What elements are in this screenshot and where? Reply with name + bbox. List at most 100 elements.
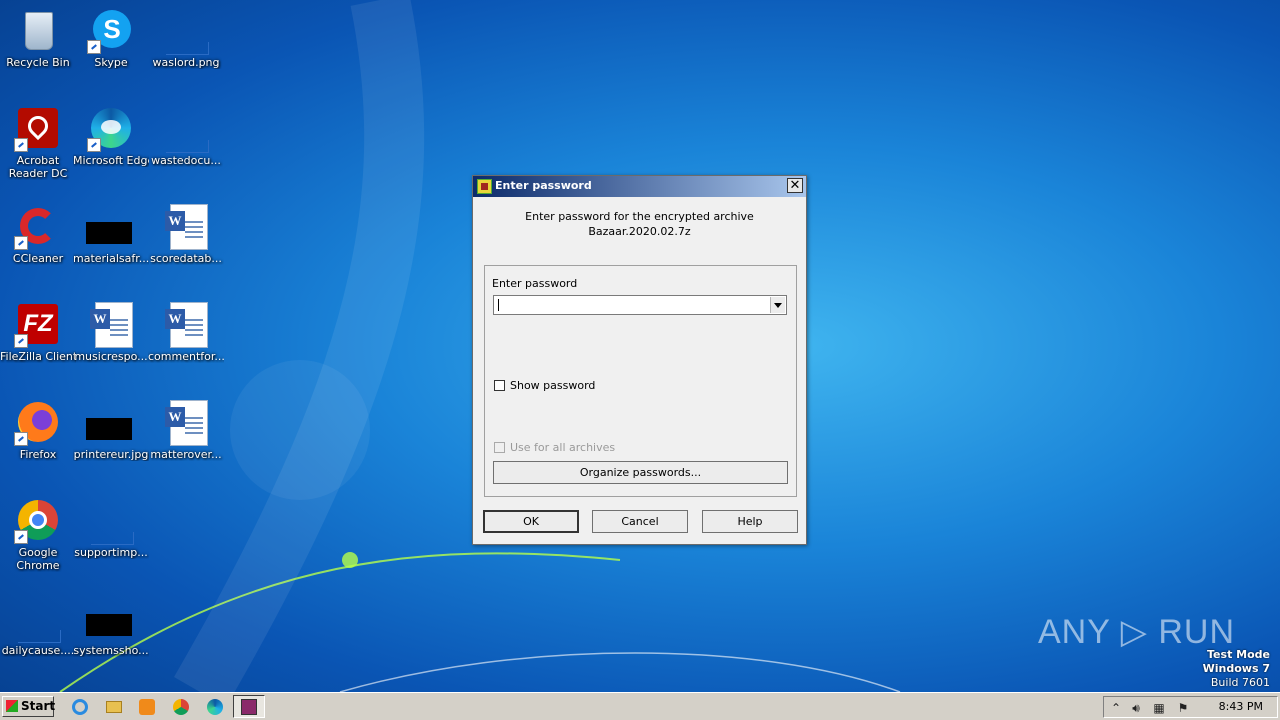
black-file-thumbnail-icon	[86, 202, 135, 250]
anyrun-logo: ANY ▷ RUN	[1038, 613, 1235, 651]
winrar-taskbar-button[interactable]	[233, 695, 265, 718]
edge-icon[interactable]	[205, 697, 225, 717]
internet-explorer-icon[interactable]	[70, 697, 90, 717]
desktop-icon-firefox[interactable]: Firefox	[0, 392, 76, 482]
text-caret	[498, 299, 499, 311]
dialog-title: Enter password	[495, 179, 592, 192]
close-button[interactable]: ✕	[787, 178, 803, 193]
help-button[interactable]: Help	[702, 510, 798, 533]
desktop-icon-commentfor[interactable]: W commentfor...	[148, 294, 224, 384]
desktop-icon-label: musicrespo...	[74, 350, 148, 363]
dialog-titlebar[interactable]: Enter password ✕	[473, 176, 806, 197]
desktop-icon-waslord[interactable]: waslord.png	[148, 0, 224, 90]
desktop-icon-dailycause[interactable]: dailycause....	[0, 588, 76, 678]
organize-passwords-button[interactable]: Organize passwords...	[493, 461, 788, 484]
desktop-icon-skype[interactable]: S Skype	[73, 0, 149, 90]
desktop-icon-filezilla[interactable]: FZ FileZilla Client	[0, 294, 76, 384]
image-file-icon	[162, 6, 210, 55]
shortcut-arrow-icon	[14, 138, 28, 152]
word-document-icon: W	[87, 300, 135, 348]
watermark-line2: Windows 7	[1202, 662, 1270, 675]
desktop-icon-label: matterover...	[150, 448, 222, 461]
windows-flag-icon	[6, 700, 18, 712]
desktop-icon-label: Google Chrome	[16, 546, 60, 572]
desktop-icon-scoredatab[interactable]: W scoredatab...	[148, 196, 224, 286]
cancel-button[interactable]: Cancel	[592, 510, 688, 533]
desktop-icon-label: printereur.jpg	[73, 448, 149, 461]
desktop-icon-label: Microsoft Edge	[73, 154, 149, 167]
desktop-icon-materialsafr[interactable]: materialsafr...	[73, 196, 149, 286]
use-for-all-checkbox[interactable]	[494, 442, 505, 453]
chrome-icon[interactable]	[171, 697, 191, 717]
network-icon[interactable]: ▦	[1152, 701, 1166, 715]
dialog-message-line1: Enter password for the encrypted archive	[525, 210, 754, 223]
desktop-icon-label: Firefox	[19, 448, 57, 461]
desktop-icon-label: wastedocu...	[151, 154, 221, 167]
show-password-label[interactable]: Show password	[510, 379, 595, 392]
desktop-icon-label: Recycle Bin	[6, 56, 70, 69]
desktop-icon-label: supportimp...	[74, 546, 148, 559]
word-document-icon: W	[162, 398, 210, 446]
acrobat-icon	[14, 104, 62, 152]
desktop-icon-chrome[interactable]: Google Chrome	[0, 490, 76, 580]
volume-icon[interactable]: 🔊︎	[1129, 701, 1143, 715]
folder-icon[interactable]	[104, 697, 124, 717]
desktop-icon-printereur[interactable]: printereur.jpg	[73, 392, 149, 482]
shortcut-arrow-icon	[14, 530, 28, 544]
archive-name: Bazaar.2020.02.7z	[588, 225, 691, 238]
chevron-down-icon[interactable]	[770, 297, 785, 313]
desktop-icon-label: Acrobat Reader DC	[8, 154, 68, 180]
password-combo[interactable]	[493, 295, 787, 315]
desktop-icon-label: FileZilla Client	[0, 350, 76, 363]
firefox-icon	[14, 398, 62, 446]
start-label: Start	[21, 699, 56, 713]
desktop-icon-label: CCleaner	[12, 252, 64, 265]
desktop-icon-systemssho[interactable]: systemssho...	[73, 588, 149, 678]
desktop-icon-supportimp[interactable]: supportimp...	[73, 490, 149, 580]
skype-icon: S	[87, 6, 135, 54]
word-document-icon: W	[162, 202, 210, 250]
shortcut-arrow-icon	[14, 432, 28, 446]
filezilla-icon: FZ	[14, 300, 62, 348]
password-label: Enter password	[492, 277, 578, 290]
media-player-icon[interactable]	[137, 697, 157, 717]
shortcut-arrow-icon	[87, 138, 101, 152]
action-center-flag-icon[interactable]: ⚑	[1176, 701, 1190, 715]
desktop-icon-edge[interactable]: Microsoft Edge	[73, 98, 149, 188]
use-for-all-label: Use for all archives	[510, 441, 616, 454]
desktop-icon-label: waslord.png	[152, 56, 220, 69]
desktop-icon-label: dailycause....	[1, 644, 75, 657]
clock[interactable]: 8:43 PM	[1219, 700, 1263, 713]
chrome-icon	[14, 496, 62, 544]
desktop-icon-wastedocu[interactable]: wastedocu...	[148, 98, 224, 188]
file-icon	[87, 496, 135, 545]
desktop-icon-ccleaner[interactable]: CCleaner	[0, 196, 76, 286]
file-icon	[14, 594, 62, 643]
ok-button[interactable]: OK	[483, 510, 579, 533]
shortcut-arrow-icon	[87, 40, 101, 54]
black-file-thumbnail-icon	[86, 594, 135, 642]
desktop-icon-musicrespo[interactable]: W musicrespo...	[73, 294, 149, 384]
show-password-checkbox[interactable]	[494, 380, 505, 391]
winrar-icon	[241, 699, 257, 715]
shortcut-arrow-icon	[14, 334, 28, 348]
desktop-icon-label: systemssho...	[73, 644, 149, 657]
recycle-bin-icon	[14, 6, 62, 54]
desktop-icon-label: scoredatab...	[150, 252, 222, 265]
shortcut-arrow-icon	[14, 236, 28, 250]
show-hidden-icons-icon[interactable]: ⌃	[1109, 701, 1123, 715]
word-document-icon: W	[162, 300, 210, 348]
desktop-icon-label: Skype	[94, 56, 128, 69]
desktop-icon-acrobat[interactable]: Acrobat Reader DC	[0, 98, 76, 188]
system-tray: ⌃ 🔊︎ ▦ ⚑ 8:43 PM	[1103, 696, 1278, 718]
watermark-line3: Build 7601	[1210, 676, 1270, 689]
black-file-thumbnail-icon	[86, 398, 135, 446]
file-icon	[162, 104, 210, 153]
watermark-line1: Test Mode	[1207, 648, 1270, 661]
desktop-icon-label: materialsafr...	[73, 252, 149, 265]
start-button[interactable]: Start	[2, 696, 56, 717]
desktop-icon-matterover[interactable]: W matterover...	[148, 392, 224, 482]
taskbar: Start ⌃ 🔊︎ ▦ ⚑ 8:43 PM	[0, 692, 1280, 720]
enter-password-dialog: Enter password ✕ Enter password for the …	[472, 175, 807, 545]
desktop-icon-recycle-bin[interactable]: Recycle Bin	[0, 0, 76, 90]
